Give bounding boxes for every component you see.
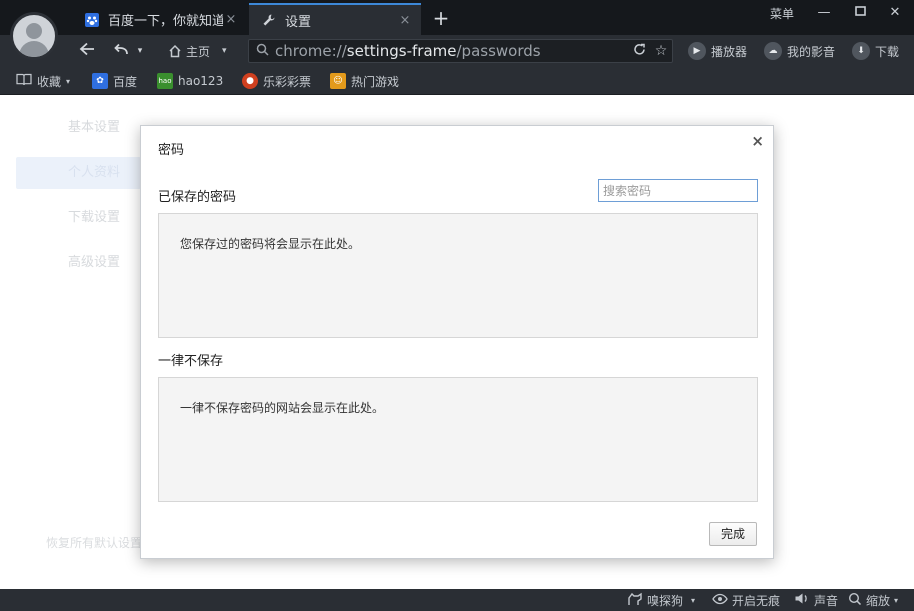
play-icon: ▶ bbox=[688, 42, 706, 60]
wrench-icon bbox=[261, 12, 277, 28]
bookmark-baidu[interactable]: ✿ 百度 bbox=[92, 72, 137, 90]
player-button[interactable]: ▶ 播放器 bbox=[688, 41, 747, 61]
baidu-paw-icon: ✿ bbox=[92, 73, 108, 89]
new-tab-button[interactable]: + bbox=[430, 6, 452, 30]
address-url[interactable]: chrome://settings-frame/passwords bbox=[275, 42, 628, 60]
sniffer-button[interactable]: 嗅探狗 ▾ bbox=[627, 591, 695, 609]
home-button[interactable]: 主页 ▾ bbox=[168, 40, 227, 62]
address-bar[interactable]: chrome://settings-frame/passwords ☆ bbox=[248, 39, 673, 63]
bookmark-label: 乐彩彩票 bbox=[263, 74, 312, 89]
bookmark-label: hao123 bbox=[178, 74, 224, 88]
tab-baidu[interactable]: 百度一下，你就知道 × bbox=[72, 4, 247, 35]
sound-button[interactable]: 声音 bbox=[794, 591, 838, 609]
close-icon[interactable]: × bbox=[397, 13, 413, 28]
avatar-head bbox=[26, 23, 42, 39]
zoom-button[interactable]: 缩放 ▾ bbox=[848, 591, 898, 609]
cloud-icon: ☁ bbox=[764, 42, 782, 60]
back-icon[interactable] bbox=[76, 40, 98, 62]
player-label: 播放器 bbox=[711, 44, 748, 59]
tab-label: 百度一下，你就知道 bbox=[108, 14, 223, 29]
zoom-label: 缩放 bbox=[866, 593, 891, 608]
url-scheme: chrome:// bbox=[275, 42, 347, 60]
my-media-label: 我的影音 bbox=[787, 44, 836, 59]
eye-icon bbox=[712, 593, 728, 608]
tab-label: 设置 bbox=[285, 14, 312, 30]
bookmark-label: 百度 bbox=[113, 74, 138, 89]
dog-icon bbox=[627, 592, 643, 609]
speaker-icon bbox=[794, 592, 810, 608]
incognito-label: 开启无痕 bbox=[732, 593, 781, 608]
navigation-bar: ▾ 主页 ▾ chrome://settings-frame/passwords… bbox=[0, 35, 914, 67]
chevron-down-icon[interactable]: ▾ bbox=[134, 40, 146, 62]
search-icon bbox=[249, 43, 275, 60]
tab-settings[interactable]: 设置 × bbox=[249, 3, 421, 35]
incognito-button[interactable]: 开启无痕 bbox=[712, 591, 780, 609]
chevron-down-icon: ▾ bbox=[691, 595, 696, 605]
url-path: /passwords bbox=[456, 42, 541, 60]
home-label: 主页 bbox=[186, 44, 211, 59]
url-host: settings-frame bbox=[346, 42, 457, 60]
bookmark-favorites[interactable]: 收藏 ▾ bbox=[16, 72, 70, 90]
sniffer-label: 嗅探狗 bbox=[647, 593, 684, 608]
saved-passwords-empty-text: 您保存过的密码将会显示在此处。 bbox=[180, 237, 361, 251]
minimize-icon[interactable]: — bbox=[813, 3, 835, 23]
status-bar: 嗅探狗 ▾ 开启无痕 声音 缩放 ▾ bbox=[0, 589, 914, 611]
dialog-title: 密码 bbox=[158, 143, 185, 158]
star-icon[interactable]: ☆ bbox=[650, 43, 672, 59]
password-search-input[interactable] bbox=[598, 179, 758, 202]
menu-button[interactable]: 菜单 bbox=[770, 5, 794, 22]
saved-passwords-heading: 已保存的密码 bbox=[158, 190, 237, 205]
baidu-paw-icon bbox=[84, 12, 100, 28]
lottery-icon: ● bbox=[242, 73, 258, 89]
avatar-body bbox=[19, 41, 49, 57]
close-icon[interactable]: × bbox=[751, 132, 764, 150]
never-saved-empty-text: 一律不保存密码的网站会显示在此处。 bbox=[180, 401, 385, 415]
zoom-icon bbox=[848, 592, 862, 609]
bookmark-lottery[interactable]: ● 乐彩彩票 bbox=[242, 72, 311, 90]
bookmark-games[interactable]: ☺ 热门游戏 bbox=[330, 72, 399, 90]
never-saved-list: 一律不保存密码的网站会显示在此处。 bbox=[158, 377, 758, 502]
download-icon: ⬇ bbox=[852, 42, 870, 60]
never-saved-heading: 一律不保存 bbox=[158, 354, 224, 369]
window-close-icon[interactable]: ✕ bbox=[884, 3, 906, 23]
maximize-icon[interactable] bbox=[849, 3, 871, 23]
done-button[interactable]: 完成 bbox=[709, 522, 757, 546]
title-bar: 百度一下，你就知道 × 设置 × + 菜单 — ✕ bbox=[0, 0, 914, 35]
my-media-button[interactable]: ☁ 我的影音 bbox=[764, 41, 835, 61]
sound-label: 声音 bbox=[814, 593, 839, 608]
bookmark-label: 收藏 bbox=[37, 74, 62, 89]
undo-close-icon[interactable] bbox=[110, 40, 132, 62]
refresh-icon[interactable] bbox=[628, 43, 650, 60]
game-icon: ☺ bbox=[330, 73, 346, 89]
saved-passwords-list: 您保存过的密码将会显示在此处。 bbox=[158, 213, 758, 338]
bookmark-hao123[interactable]: hao hao123 bbox=[157, 72, 223, 90]
close-icon[interactable]: × bbox=[223, 12, 239, 27]
bookmarks-bar: 收藏 ▾ ✿ 百度 hao hao123 ● 乐彩彩票 ☺ 热门游戏 bbox=[0, 67, 914, 95]
book-icon bbox=[16, 73, 32, 89]
chevron-down-icon: ▾ bbox=[66, 76, 71, 86]
home-icon bbox=[169, 44, 181, 58]
bookmark-label: 热门游戏 bbox=[351, 74, 400, 89]
download-button[interactable]: ⬇ 下载 bbox=[852, 41, 899, 61]
chevron-down-icon: ▾ bbox=[894, 595, 899, 605]
passwords-dialog: 密码 × 已保存的密码 您保存过的密码将会显示在此处。 一律不保存 一律不保存密… bbox=[140, 125, 774, 559]
chevron-down-icon: ▾ bbox=[222, 46, 227, 56]
hao123-icon: hao bbox=[157, 73, 173, 89]
avatar[interactable] bbox=[10, 12, 58, 60]
download-label: 下载 bbox=[875, 44, 900, 59]
